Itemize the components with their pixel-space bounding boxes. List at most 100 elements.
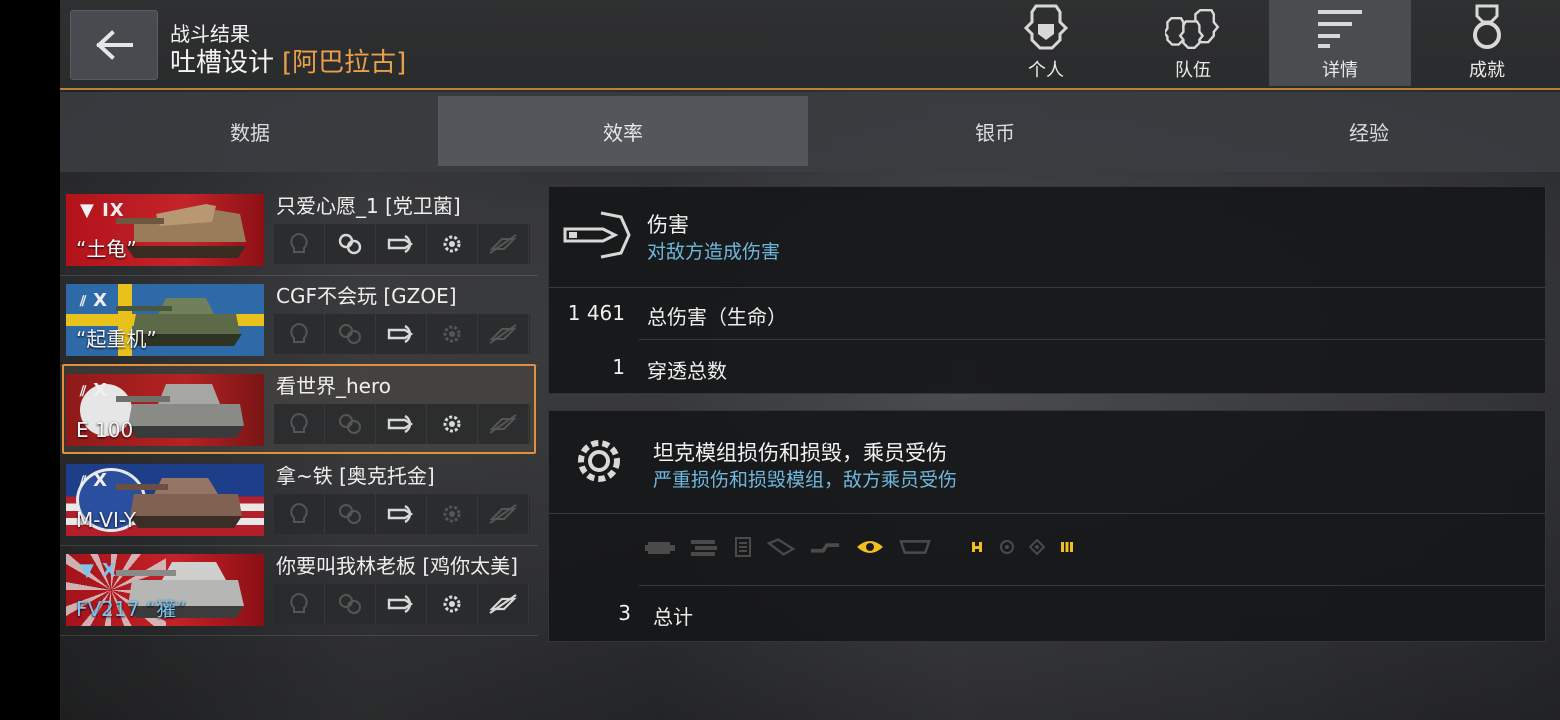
player-row[interactable]: ▼ X FV217 “獾” 你要叫我林老板 [鸡你太美] xyxy=(60,546,538,636)
assist-icon xyxy=(325,404,376,444)
module-icons-row xyxy=(645,535,1089,559)
damage-shell-icon xyxy=(376,224,427,264)
damage-panel: 伤害 对敌方造成伤害 1 461 总伤害（生命） 1 穿透总数 xyxy=(548,186,1546,394)
tier-label: ⫽ X xyxy=(80,290,109,311)
back-button[interactable] xyxy=(70,10,158,80)
tier-label: ▼ X xyxy=(80,560,117,581)
spotting-icon xyxy=(274,224,325,264)
efficiency-icons xyxy=(274,494,530,534)
assist-icon xyxy=(325,584,376,624)
commander-icon-active xyxy=(969,535,985,559)
tier-label: ⫽ X xyxy=(80,380,109,401)
details-lines-icon xyxy=(1318,10,1362,48)
subtab-silver[interactable]: 银币 xyxy=(810,96,1180,166)
tab-details[interactable]: 详情 xyxy=(1269,0,1411,86)
player-title: 吐槽设计 [阿巴拉古] xyxy=(170,42,406,79)
player-row[interactable]: ⫽ X “起重机” CGF不会玩 [GZOE] xyxy=(60,276,538,366)
module-gear-icon xyxy=(427,494,478,534)
efficiency-icons xyxy=(274,314,530,354)
damage-shell-icon xyxy=(376,404,427,444)
damage-shell-icon xyxy=(376,494,427,534)
module-gear-icon xyxy=(427,584,478,624)
tab-personal-label: 个人 xyxy=(1028,60,1064,81)
spotting-icon xyxy=(274,314,325,354)
tab-achievements[interactable]: 成就 xyxy=(1416,0,1558,86)
tier-label: ⫽ X xyxy=(80,470,109,491)
blocked-armor-icon xyxy=(478,494,529,534)
spotting-icon xyxy=(274,584,325,624)
total-damage-label: 总伤害（生命） xyxy=(647,305,787,329)
team-helmet-icon xyxy=(1165,9,1220,49)
tank-name: M-VI-Y xyxy=(76,508,136,532)
tank-image xyxy=(116,478,242,528)
blocked-armor-icon xyxy=(478,404,529,444)
divider xyxy=(639,585,1545,586)
subtab-bar: 数据 效率 银币 经验 xyxy=(60,92,1560,172)
blocked-armor-icon xyxy=(478,224,529,264)
damage-shell-icon xyxy=(563,211,631,259)
damage-shell-icon xyxy=(376,584,427,624)
module-damage-panel: 坦克模组损伤和损毁，乘员受伤 严重损伤和损毁模组，敌方乘员受伤 3 总计 xyxy=(548,410,1546,642)
module-gear-icon xyxy=(427,224,478,264)
battle-results-screen: 战斗结果 吐槽设计 [阿巴拉古] 个人 队伍 详情 成就 数据 效率 银币 经验… xyxy=(60,0,1560,720)
nation-flag: ⫽ X M-VI-Y xyxy=(66,464,264,536)
player-name: 你要叫我林老板 [鸡你太美] xyxy=(276,554,518,578)
medal-icon xyxy=(1473,4,1501,49)
tank-name: “起重机” xyxy=(76,327,157,351)
player-row[interactable]: ⫽ X M-VI-Y 拿~铁 [奥克托金] xyxy=(60,456,538,546)
subtab-efficiency[interactable]: 效率 xyxy=(438,96,808,166)
player-name: 拿~铁 [奥克托金] xyxy=(276,464,435,488)
damage-shell-icon xyxy=(376,314,427,354)
spotting-icon xyxy=(274,494,325,534)
modules-title: 坦克模组损伤和损毁，乘员受伤 xyxy=(653,441,947,465)
player-row[interactable]: ▼ IX “土龟” 只爱心愿_1 [党卫菌] xyxy=(60,186,538,276)
row-divider xyxy=(60,635,538,636)
efficiency-icons xyxy=(274,224,530,264)
blocked-armor-icon xyxy=(478,584,529,624)
module-gear-icon xyxy=(578,440,620,482)
optics-icon-active xyxy=(855,535,885,559)
divider xyxy=(549,287,1545,288)
module-gear-icon xyxy=(427,314,478,354)
module-gear-icon xyxy=(427,404,478,444)
radio-icon xyxy=(767,535,795,559)
track-icon xyxy=(689,535,719,559)
player-name: 只爱心愿_1 [党卫菌] xyxy=(276,194,461,218)
efficiency-icons xyxy=(274,404,530,444)
penetrations-label: 穿透总数 xyxy=(647,359,727,383)
gun-icon xyxy=(809,535,841,559)
arrow-left-icon xyxy=(96,30,133,60)
tier-label: ▼ IX xyxy=(80,200,125,221)
driver-icon xyxy=(1029,535,1045,559)
tank-image xyxy=(116,204,246,258)
loader-icon-active xyxy=(1059,535,1075,559)
assist-icon xyxy=(325,224,376,264)
tank-image xyxy=(116,384,244,438)
spotting-icon xyxy=(274,404,325,444)
subtab-experience[interactable]: 经验 xyxy=(1184,96,1554,166)
nation-flag: ⫽ X E 100 xyxy=(66,374,264,446)
efficiency-icons xyxy=(274,584,530,624)
tank-name: E 100 xyxy=(76,418,134,442)
assist-icon xyxy=(325,314,376,354)
tank-name: FV217 “獾” xyxy=(76,597,187,621)
damage-description: 对敌方造成伤害 xyxy=(647,241,781,263)
turret-icon xyxy=(899,535,931,559)
modules-description: 严重损伤和损毁模组，敌方乘员受伤 xyxy=(653,469,958,491)
total-damage-value: 1 461 xyxy=(567,301,625,325)
engine-icon xyxy=(645,535,675,559)
tab-details-label: 详情 xyxy=(1322,60,1358,81)
player-name: CGF不会玩 [GZOE] xyxy=(276,284,457,308)
assist-icon xyxy=(325,494,376,534)
player-row-selected[interactable]: ⫽ X E 100 看世界_hero xyxy=(60,364,538,456)
tab-personal[interactable]: 个人 xyxy=(975,0,1117,86)
subtab-data[interactable]: 数据 xyxy=(68,96,432,166)
nation-flag: ▼ X FV217 “獾” xyxy=(66,554,264,626)
module-total-label: 总计 xyxy=(653,605,693,629)
tab-team[interactable]: 队伍 xyxy=(1122,0,1264,86)
gunner-icon xyxy=(999,535,1015,559)
fuel-tank-icon xyxy=(733,535,753,559)
tab-achievements-label: 成就 xyxy=(1469,60,1505,81)
tank-name: “土龟” xyxy=(76,237,137,261)
divider xyxy=(549,513,1545,514)
